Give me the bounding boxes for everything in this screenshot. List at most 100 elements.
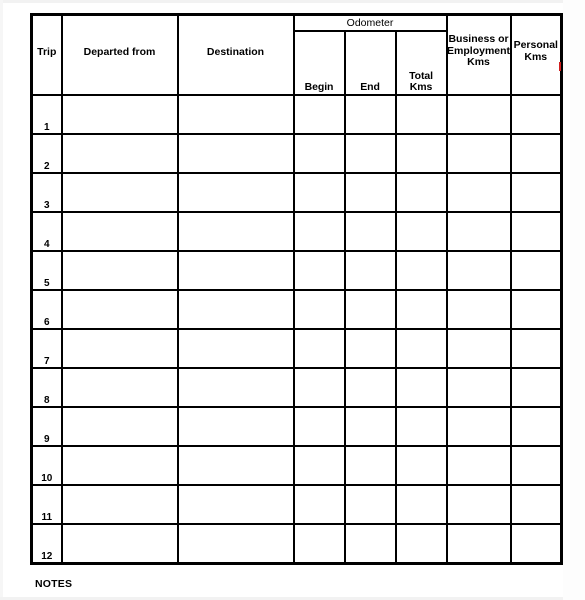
cell-trip-number: 11 — [30, 484, 63, 525]
table-row: 5 — [30, 250, 563, 291]
cell-total-kms[interactable] — [394, 211, 448, 252]
cell-personal-kms[interactable] — [509, 289, 563, 330]
cell-business-kms[interactable] — [445, 328, 512, 369]
cell-destination[interactable] — [176, 211, 295, 252]
cell-odometer-begin[interactable] — [292, 367, 346, 408]
cell-personal-kms[interactable] — [509, 211, 563, 252]
table-body: 1 2 3 4 5 6 7 8 9 10 11 12 — [30, 94, 563, 564]
cell-personal-kms[interactable] — [509, 328, 563, 369]
cell-departed-from[interactable] — [60, 250, 179, 291]
cell-personal-kms[interactable] — [509, 523, 563, 564]
table-row: 4 — [30, 211, 563, 252]
page-margin-left — [0, 0, 3, 600]
cell-odometer-end[interactable] — [343, 172, 397, 213]
cell-trip-number: 6 — [30, 289, 63, 330]
cell-total-kms[interactable] — [394, 133, 448, 174]
cell-total-kms[interactable] — [394, 250, 448, 291]
cell-odometer-end[interactable] — [343, 133, 397, 174]
cell-odometer-begin[interactable] — [292, 94, 346, 135]
cell-odometer-begin[interactable] — [292, 484, 346, 525]
header-label-departed-from: Departed from — [83, 45, 156, 58]
cell-personal-kms[interactable] — [509, 367, 563, 408]
header-label-destination: Destination — [206, 45, 265, 58]
cell-total-kms[interactable] — [394, 289, 448, 330]
cell-total-kms[interactable] — [394, 484, 448, 525]
cell-business-kms[interactable] — [445, 172, 512, 213]
cell-destination[interactable] — [176, 445, 295, 486]
cell-departed-from[interactable] — [60, 328, 179, 369]
cell-odometer-begin[interactable] — [292, 133, 346, 174]
cell-odometer-begin[interactable] — [292, 445, 346, 486]
cell-personal-kms[interactable] — [509, 94, 563, 135]
cell-odometer-begin[interactable] — [292, 406, 346, 447]
cell-destination[interactable] — [176, 523, 295, 564]
header-cell-total-kms: Total Kms — [394, 30, 448, 96]
cell-business-kms[interactable] — [445, 94, 512, 135]
cell-departed-from[interactable] — [60, 523, 179, 564]
cell-business-kms[interactable] — [445, 211, 512, 252]
cell-departed-from[interactable] — [60, 289, 179, 330]
cell-trip-number: 10 — [30, 445, 63, 486]
page-margin-top — [0, 0, 585, 3]
cell-odometer-begin[interactable] — [292, 211, 346, 252]
cell-destination[interactable] — [176, 94, 295, 135]
header-label-trip: Trip — [37, 45, 57, 58]
cell-business-kms[interactable] — [445, 445, 512, 486]
cell-departed-from[interactable] — [60, 445, 179, 486]
cell-total-kms[interactable] — [394, 523, 448, 564]
cell-destination[interactable] — [176, 172, 295, 213]
cell-personal-kms[interactable] — [509, 172, 563, 213]
cell-destination[interactable] — [176, 250, 295, 291]
cell-odometer-begin[interactable] — [292, 523, 346, 564]
cell-odometer-end[interactable] — [343, 328, 397, 369]
cell-personal-kms[interactable] — [509, 133, 563, 174]
cell-departed-from[interactable] — [60, 94, 179, 135]
cell-personal-kms[interactable] — [509, 406, 563, 447]
cell-destination[interactable] — [176, 133, 295, 174]
cell-odometer-begin[interactable] — [292, 328, 346, 369]
cell-destination[interactable] — [176, 406, 295, 447]
cell-destination[interactable] — [176, 367, 295, 408]
cell-odometer-end[interactable] — [343, 406, 397, 447]
cell-departed-from[interactable] — [60, 172, 179, 213]
cell-odometer-end[interactable] — [343, 211, 397, 252]
cell-personal-kms[interactable] — [509, 445, 563, 486]
cell-odometer-end[interactable] — [343, 289, 397, 330]
header-label-personal-line2: Kms — [524, 50, 548, 63]
cell-odometer-end[interactable] — [343, 445, 397, 486]
cell-business-kms[interactable] — [445, 133, 512, 174]
cell-odometer-end[interactable] — [343, 484, 397, 525]
cell-business-kms[interactable] — [445, 484, 512, 525]
cell-destination[interactable] — [176, 484, 295, 525]
cell-trip-number: 1 — [30, 94, 63, 135]
cell-total-kms[interactable] — [394, 328, 448, 369]
cell-business-kms[interactable] — [445, 523, 512, 564]
cell-odometer-begin[interactable] — [292, 289, 346, 330]
cell-personal-kms[interactable] — [509, 250, 563, 291]
cell-odometer-end[interactable] — [343, 250, 397, 291]
cell-departed-from[interactable] — [60, 367, 179, 408]
cell-business-kms[interactable] — [445, 367, 512, 408]
cell-odometer-end[interactable] — [343, 523, 397, 564]
cell-total-kms[interactable] — [394, 94, 448, 135]
cell-total-kms[interactable] — [394, 172, 448, 213]
cell-total-kms[interactable] — [394, 406, 448, 447]
cell-trip-number: 7 — [30, 328, 63, 369]
cell-personal-kms[interactable] — [509, 484, 563, 525]
cell-total-kms[interactable] — [394, 445, 448, 486]
cell-odometer-begin[interactable] — [292, 250, 346, 291]
cell-odometer-end[interactable] — [343, 367, 397, 408]
cell-odometer-end[interactable] — [343, 94, 397, 135]
cell-business-kms[interactable] — [445, 289, 512, 330]
cell-trip-number: 4 — [30, 211, 63, 252]
cell-business-kms[interactable] — [445, 250, 512, 291]
cell-departed-from[interactable] — [60, 406, 179, 447]
cell-destination[interactable] — [176, 328, 295, 369]
cell-total-kms[interactable] — [394, 367, 448, 408]
cell-departed-from[interactable] — [60, 211, 179, 252]
cell-business-kms[interactable] — [445, 406, 512, 447]
cell-odometer-begin[interactable] — [292, 172, 346, 213]
cell-departed-from[interactable] — [60, 133, 179, 174]
cell-destination[interactable] — [176, 289, 295, 330]
cell-departed-from[interactable] — [60, 484, 179, 525]
